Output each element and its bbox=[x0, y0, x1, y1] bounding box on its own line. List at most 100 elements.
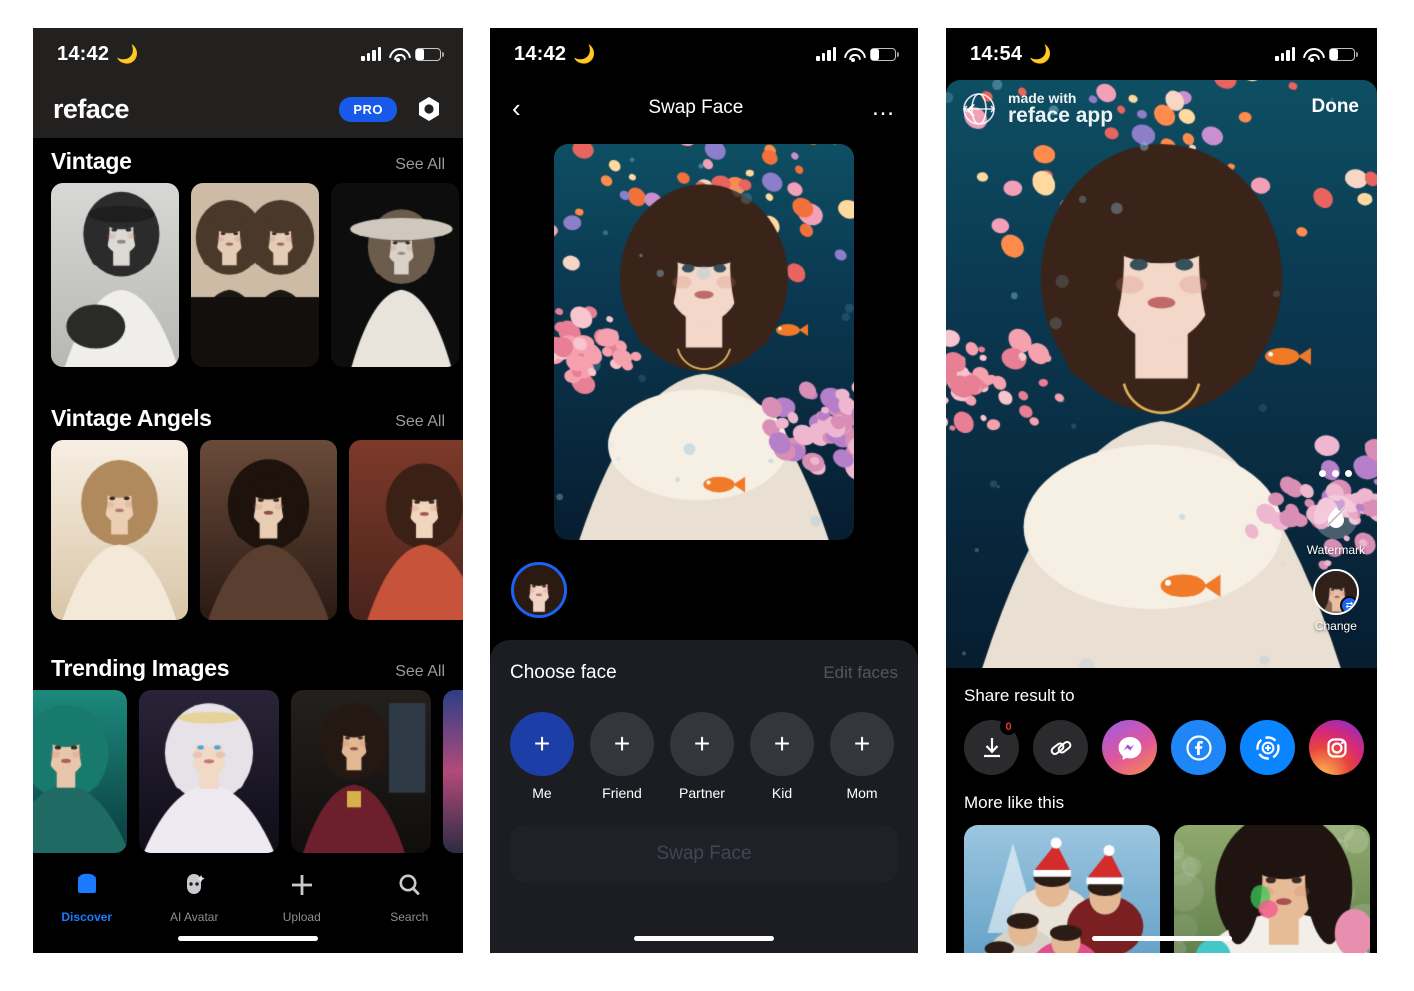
status-bar-3: 14:54 🌙 bbox=[946, 28, 1377, 80]
home-indicator bbox=[634, 936, 774, 941]
done-button[interactable]: Done bbox=[1312, 96, 1360, 118]
face-slots-row[interactable]: + Me + Friend + Partner + Kid + Mom bbox=[510, 712, 898, 801]
preview-image[interactable] bbox=[554, 144, 854, 540]
add-face-circle[interactable]: + bbox=[750, 712, 814, 776]
result-image[interactable]: made with reface app ‹ Done Watermark ⇄ … bbox=[946, 80, 1377, 668]
share-targets-row[interactable]: 0 bbox=[946, 706, 1377, 775]
share-facebook-button[interactable] bbox=[1171, 720, 1226, 775]
ellipsis-icon[interactable] bbox=[1319, 470, 1352, 477]
more-card[interactable] bbox=[1174, 825, 1370, 953]
choose-face-sheet: Choose face Edit faces + Me + Friend + P… bbox=[490, 640, 918, 953]
discover-icon bbox=[72, 871, 102, 904]
face-slot-label: Me bbox=[532, 785, 551, 801]
share-download-button[interactable]: 0 bbox=[964, 720, 1019, 775]
plus-icon: + bbox=[614, 730, 630, 758]
feed-card[interactable] bbox=[51, 440, 188, 620]
see-all-link[interactable]: See All bbox=[395, 156, 445, 174]
tab-label: Search bbox=[390, 910, 428, 924]
bottom-tab-bar[interactable]: Discover AI Avatar Upload Search bbox=[33, 861, 463, 953]
plus-icon: + bbox=[694, 730, 710, 758]
tab-label: AI Avatar bbox=[170, 910, 218, 924]
face-slot-friend[interactable]: + Friend bbox=[590, 712, 654, 801]
globe-icon bbox=[958, 88, 1000, 130]
face-slot-mom[interactable]: + Mom bbox=[830, 712, 894, 801]
section-row-vintage[interactable] bbox=[33, 183, 463, 367]
tool-label: Watermark bbox=[1307, 543, 1365, 557]
face-slot-me[interactable]: + Me bbox=[510, 712, 574, 801]
status-indicators bbox=[816, 47, 896, 61]
selected-face-thumbnail[interactable] bbox=[511, 562, 567, 618]
feed-card[interactable] bbox=[443, 690, 463, 853]
face-swap-icon: ⇄ bbox=[1340, 596, 1359, 615]
face-slot-partner[interactable]: + Partner bbox=[670, 712, 734, 801]
face-slot-label: Kid bbox=[772, 785, 792, 801]
tab-upload[interactable]: Upload bbox=[248, 871, 356, 924]
status-time-group: 14:54 🌙 bbox=[970, 43, 1052, 66]
section-row-trending[interactable] bbox=[35, 690, 463, 853]
section-header-trending: Trending Images See All bbox=[33, 620, 463, 690]
more-like-this-row[interactable] bbox=[946, 813, 1377, 953]
see-all-link[interactable]: See All bbox=[395, 413, 445, 431]
chevron-left-icon[interactable]: ‹ bbox=[966, 92, 976, 126]
tab-ai-avatar[interactable]: AI Avatar bbox=[141, 871, 249, 924]
tab-discover[interactable]: Discover bbox=[33, 871, 141, 924]
add-face-circle[interactable]: + bbox=[510, 712, 574, 776]
add-face-circle[interactable]: + bbox=[590, 712, 654, 776]
sheet-title: Choose face bbox=[510, 662, 617, 684]
feed-card[interactable] bbox=[33, 690, 127, 853]
feed-card[interactable] bbox=[51, 183, 179, 367]
gear-icon[interactable] bbox=[415, 95, 443, 123]
cellular-signal-icon bbox=[816, 47, 836, 61]
feed-card[interactable] bbox=[349, 440, 463, 620]
status-indicators bbox=[361, 47, 441, 61]
feed-card[interactable] bbox=[191, 183, 319, 367]
edit-faces-button[interactable]: Edit faces bbox=[823, 663, 898, 683]
add-face-circle[interactable]: + bbox=[830, 712, 894, 776]
discover-feed[interactable]: Vintage See All Vintage Angels See All T… bbox=[33, 138, 463, 953]
tool-label: Change bbox=[1315, 619, 1357, 633]
download-badge: 0 bbox=[1000, 718, 1017, 735]
pro-badge[interactable]: PRO bbox=[339, 97, 397, 122]
battery-icon bbox=[870, 48, 896, 61]
share-instagram-button[interactable] bbox=[1309, 720, 1364, 775]
wifi-icon bbox=[844, 47, 862, 61]
phone-screen-discover: 14:42 🌙 reface PRO Vintage See All Vinta… bbox=[33, 28, 463, 953]
chevron-left-icon[interactable]: ‹ bbox=[512, 95, 521, 121]
home-indicator bbox=[178, 936, 318, 941]
feed-card[interactable] bbox=[331, 183, 459, 367]
plus-icon: + bbox=[534, 730, 550, 758]
battery-icon bbox=[415, 48, 441, 61]
reface-watermark: made with reface app bbox=[958, 88, 1113, 130]
ellipsis-icon[interactable]: … bbox=[871, 96, 896, 120]
watermark-toggle[interactable]: Watermark bbox=[1307, 495, 1365, 557]
feed-card[interactable] bbox=[200, 440, 337, 620]
feed-card[interactable] bbox=[139, 690, 279, 853]
see-all-link[interactable]: See All bbox=[395, 663, 445, 681]
section-title: Vintage Angels bbox=[51, 405, 212, 432]
face-slot-kid[interactable]: + Kid bbox=[750, 712, 814, 801]
add-face-circle[interactable]: + bbox=[670, 712, 734, 776]
swap-face-button[interactable]: Swap Face bbox=[510, 825, 898, 883]
result-side-tools[interactable]: Watermark ⇄ Change bbox=[1307, 470, 1365, 633]
cellular-signal-icon bbox=[1275, 47, 1295, 61]
app-logo: reface bbox=[53, 94, 129, 125]
share-messenger-button[interactable] bbox=[1102, 720, 1157, 775]
share-facebook-stories-button[interactable] bbox=[1240, 720, 1295, 775]
battery-icon bbox=[1329, 48, 1355, 61]
feed-card[interactable] bbox=[291, 690, 431, 853]
change-face-button[interactable]: ⇄ Change bbox=[1313, 569, 1359, 633]
page-title: Swap Face bbox=[648, 97, 743, 119]
status-time: 14:54 bbox=[970, 43, 1022, 66]
watermark-line-1: made with bbox=[1008, 91, 1113, 106]
moon-icon: 🌙 bbox=[573, 45, 596, 63]
avatar: ⇄ bbox=[1313, 569, 1359, 615]
share-copy-link-button[interactable] bbox=[1033, 720, 1088, 775]
more-card[interactable] bbox=[964, 825, 1160, 953]
face-slot-label: Mom bbox=[846, 785, 877, 801]
section-row-vintage-angels[interactable] bbox=[33, 440, 463, 620]
share-section-title: Share result to bbox=[946, 668, 1377, 706]
app-header: reface PRO bbox=[33, 80, 463, 138]
face-slot-label: Partner bbox=[679, 785, 725, 801]
plus-icon: + bbox=[854, 730, 870, 758]
tab-search[interactable]: Search bbox=[356, 871, 464, 924]
